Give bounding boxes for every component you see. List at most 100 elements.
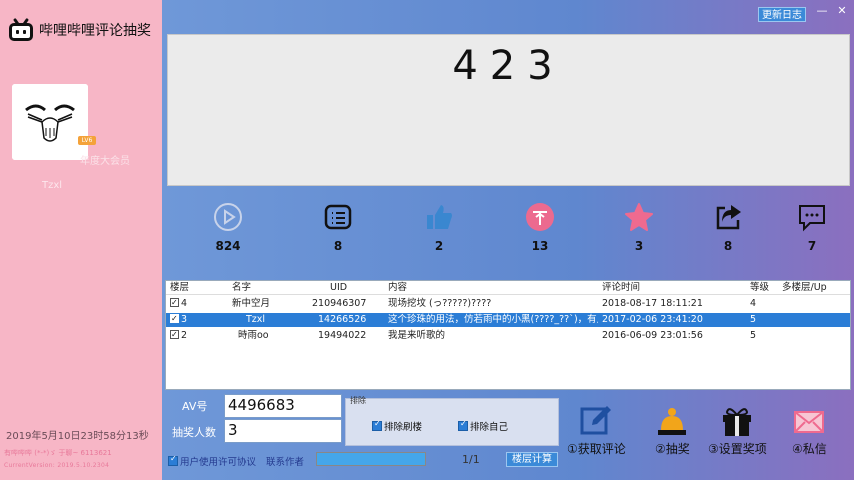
stat-favorites: 3: [614, 202, 664, 253]
count-input[interactable]: 3: [224, 419, 342, 443]
action-label: ③设置奖项: [708, 442, 767, 456]
stat-value: 8: [723, 239, 733, 253]
row-floor: 4: [181, 298, 188, 309]
nickname: Tzxl: [42, 180, 63, 191]
app-title: 哔哩哔哩评论抽奖: [8, 17, 151, 42]
draw-result-display: 423: [167, 34, 850, 186]
action-label: ①获取评论: [567, 442, 626, 456]
version-text: CurrentVersion: 2019.5.10.2304: [4, 462, 110, 469]
avatar[interactable]: [12, 84, 88, 160]
av-input[interactable]: 4496683: [224, 394, 342, 418]
stat-value: 8: [333, 239, 343, 253]
stat-value: 824: [215, 239, 241, 253]
lottery-bell-icon: [655, 404, 690, 438]
level-badge: LV6: [78, 136, 96, 145]
stat-value: 2: [434, 239, 444, 253]
floor-calc-button[interactable]: 楼层计算: [506, 452, 558, 467]
col-floor[interactable]: 楼层: [170, 281, 189, 295]
vip-label: 年度大会员: [80, 156, 130, 167]
col-time[interactable]: 评论时间: [602, 281, 640, 295]
stat-plays: 824: [203, 202, 253, 253]
col-uid[interactable]: UID: [330, 281, 347, 295]
star-icon: [624, 202, 654, 232]
comment-list-icon: [323, 202, 353, 232]
checkbox-checked-icon: [168, 454, 178, 466]
main-panel: 更新日志 — ✕ 423 824 8 2 13 3 8 7 楼层 名字 UID …: [162, 0, 854, 480]
col-name[interactable]: 名字: [232, 281, 251, 295]
bilibili-tv-icon: [8, 17, 34, 42]
col-level[interactable]: 等级: [750, 281, 769, 295]
row-floor: 3: [181, 314, 188, 325]
stat-shares: 8: [703, 202, 753, 253]
row-time: 2017-02-06 23:41:20: [602, 314, 703, 325]
table-row[interactable]: 3 Tzxl 14266526 这个珍珠的用法，仿若雨中的小黑(????_??`…: [166, 313, 850, 327]
row-floor: 2: [181, 330, 188, 341]
row-content: 我是来听歌的: [388, 330, 446, 341]
row-checkbox[interactable]: [170, 313, 179, 326]
exclude-group-title: 排除: [350, 396, 366, 405]
table-header: 楼层 名字 UID 内容 评论时间 等级 多楼层/Up: [166, 281, 850, 295]
coin-icon: [525, 202, 555, 232]
mail-icon: [792, 404, 827, 438]
row-content: 这个珍珠的用法，仿若雨中的小黑(????_??`)，有点爽: [388, 314, 598, 325]
row-name: 新中空月: [232, 298, 271, 309]
row-time: 2016-06-09 23:01:56: [602, 330, 703, 341]
exclude-self-label: 排除自己: [470, 422, 509, 433]
exclude-group: 排除 排除刷楼 排除自己: [345, 396, 559, 446]
private-message-button[interactable]: ④私信: [792, 404, 827, 457]
av-label: AV号: [182, 400, 208, 413]
minimize-button[interactable]: —: [816, 4, 828, 17]
draw-button[interactable]: ②抽奖: [655, 404, 690, 457]
row-time: 2018-08-17 18:11:21: [602, 298, 703, 309]
row-content: 现场挖坟 (っ?????)????: [388, 298, 492, 309]
app-title-text: 哔哩哔哩评论抽奖: [39, 23, 151, 39]
contact-author-link[interactable]: 联系作者: [266, 454, 304, 468]
count-label: 抽奖人数: [172, 426, 216, 439]
exclude-floor-label: 排除刷楼: [384, 422, 423, 433]
stat-value: 13: [531, 239, 549, 253]
stats-bar: 824 8 2 13 3 8 7: [162, 202, 854, 262]
comment-table[interactable]: 楼层 名字 UID 内容 评论时间 等级 多楼层/Up 4 新中空月 21094…: [165, 280, 851, 390]
row-checkbox[interactable]: [170, 329, 179, 342]
row-uid: 19494022: [318, 330, 367, 341]
col-multi[interactable]: 多楼层/Up: [782, 281, 827, 295]
table-row[interactable]: 2 時雨oo 19494022 我是来听歌的 2016-06-09 23:01:…: [166, 329, 850, 343]
copyright-text: 有哔哔哔 (*-*)ゞ 于聊~ 6113621: [4, 449, 112, 457]
action-label: ④私信: [792, 442, 827, 456]
license-agreement-label[interactable]: 用户使用许可协议: [180, 454, 256, 468]
row-checkbox[interactable]: [170, 297, 179, 310]
current-datetime: 2019年5月10日23时58分13秒: [6, 431, 149, 442]
draw-result-number: 423: [452, 43, 565, 89]
avatar-face-icon: [12, 84, 88, 160]
window-controls: — ✕: [816, 4, 848, 17]
row-uid: 14266526: [318, 314, 367, 325]
close-button[interactable]: ✕: [836, 4, 848, 17]
action-label: ②抽奖: [655, 442, 690, 456]
row-uid: 210946307: [312, 298, 367, 309]
checkbox-checked-icon: [372, 419, 382, 431]
progress-bar: [316, 452, 426, 466]
row-level: 5: [750, 314, 757, 325]
stat-messages: 7: [787, 202, 837, 253]
share-icon: [713, 202, 743, 232]
thumbs-up-icon: [424, 202, 454, 232]
row-level: 5: [750, 330, 757, 341]
play-icon: [213, 202, 243, 232]
exclude-floor-checkbox[interactable]: 排除刷楼: [372, 419, 422, 433]
edit-icon: [567, 404, 626, 438]
message-icon: [797, 202, 827, 232]
license-agreement-checkbox[interactable]: 用户使用许可协议: [168, 454, 256, 468]
stat-comments: 8: [313, 202, 363, 253]
exclude-self-checkbox[interactable]: 排除自己: [458, 419, 508, 433]
set-prizes-button[interactable]: ③设置奖项: [708, 404, 767, 457]
gift-icon: [708, 404, 767, 438]
checkbox-checked-icon: [458, 419, 468, 431]
row-name: 時雨oo: [238, 330, 269, 341]
stat-likes: 2: [414, 202, 464, 253]
col-content[interactable]: 内容: [388, 281, 407, 295]
table-row[interactable]: 4 新中空月 210946307 现场挖坟 (っ?????)???? 2018-…: [166, 297, 850, 311]
row-name: Tzxl: [246, 314, 266, 325]
stat-coins: 13: [515, 202, 565, 253]
changelog-button[interactable]: 更新日志: [758, 7, 806, 22]
fetch-comments-button[interactable]: ①获取评论: [567, 404, 626, 457]
